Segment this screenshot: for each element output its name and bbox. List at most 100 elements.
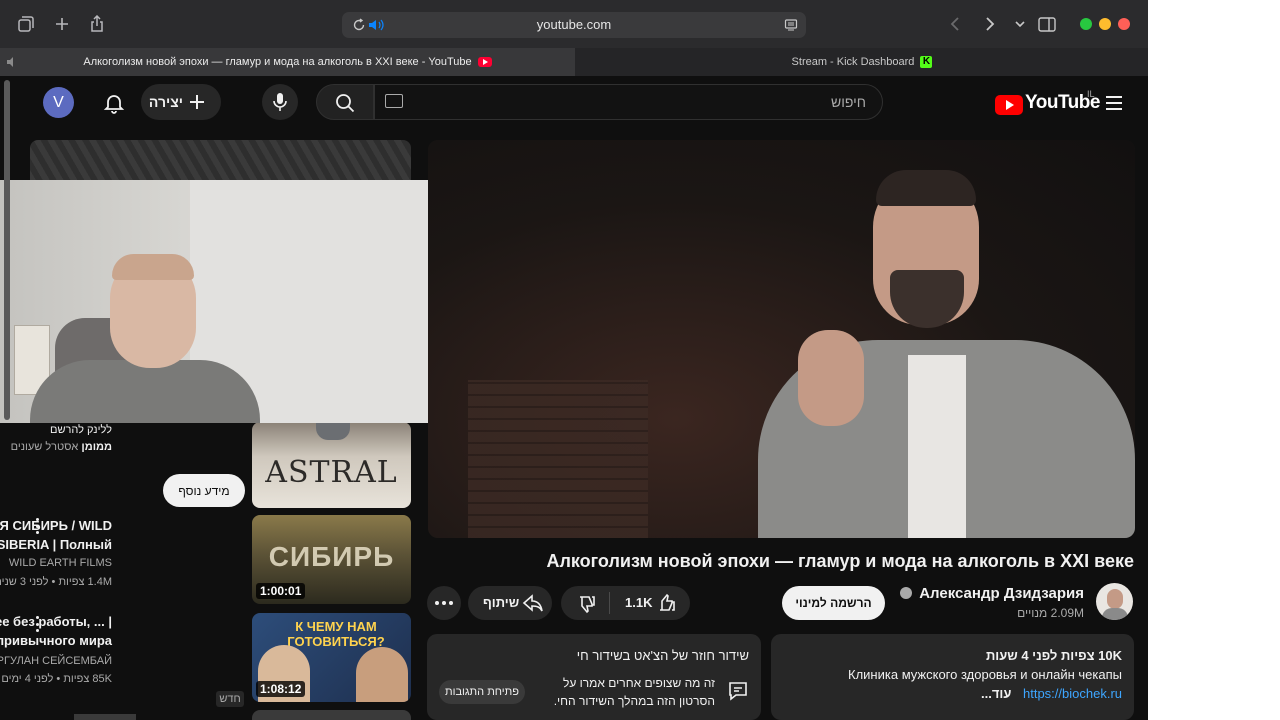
like-count[interactable]: 1.1K (625, 595, 652, 610)
item-2-title[interactable]: Будущее без работы, ... | езней и привыч… (0, 612, 112, 650)
account-avatar[interactable]: V (43, 87, 74, 118)
channel-name[interactable]: Александр Дзидзария (900, 585, 1084, 602)
region-code: IL (1087, 89, 1095, 99)
item-2-channel-name: МАРГУЛАН СЕЙСЕМБАЙ (0, 655, 112, 667)
watch-crown-shape (316, 422, 350, 440)
more-horizontal-icon (435, 601, 453, 605)
reader-icon[interactable] (784, 18, 798, 32)
item-2-thumbnail[interactable]: К ЧЕМУ НАМ ГОТОВИТЬСЯ? 1:08:12 (252, 613, 411, 702)
page-scrollbar[interactable] (4, 80, 10, 420)
search-input[interactable]: חיפוש (374, 84, 883, 120)
back-icon[interactable] (945, 14, 965, 34)
thumb-person-right (356, 647, 408, 702)
browser-window: youtube.com Алкоголизм новой эпохи — гла… (0, 0, 1148, 720)
channel-avatar-body (1102, 608, 1128, 620)
companion-banner[interactable] (30, 140, 411, 182)
chat-replay-text: זה מה שצופים אחרים אמרו על הסרטון הזה במ… (553, 676, 715, 708)
create-button[interactable]: יצירה (141, 84, 221, 120)
close-window-button[interactable] (1118, 18, 1130, 30)
open-comments-button[interactable]: פתיחת התגובות (439, 680, 525, 704)
like-divider (609, 592, 610, 614)
zoom-window-button[interactable] (1080, 18, 1092, 30)
like-dislike-group: 1.1K (561, 586, 690, 620)
subscribe-button[interactable]: הרשמה למינוי (782, 586, 885, 620)
tab-kick[interactable]: Stream - Kick Dashboard K (576, 48, 1148, 76)
video-title: Алкоголизм новой эпохи — гламур и мода н… (546, 551, 1134, 571)
like-icon[interactable] (657, 593, 677, 613)
search-button[interactable] (316, 84, 374, 120)
item-2-new-badge: חדש (216, 691, 244, 707)
subscriber-count: 2.09M מנויים (1017, 606, 1084, 620)
item-1-title[interactable]: ДИКАЯ СИБИРЬ / WILD SIBERIA | Полный ... (0, 516, 112, 554)
tab-overview-icon[interactable] (16, 14, 36, 34)
presenter-hair (876, 170, 976, 206)
item-1-thumb-text: СИБИРЬ (268, 541, 395, 572)
search-placeholder: חיפוש (831, 94, 866, 110)
item-1-thumbnail[interactable]: СИБИРЬ 1:00:01 (252, 515, 411, 604)
screen: youtube.com Алкоголизм новой эпохи — гла… (0, 0, 1280, 720)
item-3-title-stub (74, 714, 136, 720)
ad-sponsored-label: ממומן (81, 441, 112, 453)
youtube-favicon-icon (477, 57, 492, 67)
video-player[interactable] (428, 140, 1135, 538)
minimize-window-button[interactable] (1099, 18, 1111, 30)
webcam-person-body (30, 360, 260, 423)
share-arrow-icon (522, 594, 543, 612)
item-1-meta: 1.4M צפיות • לפני 3 שנים (0, 576, 112, 588)
youtube-header: V יצירה חיפוש YouTube IL (0, 76, 1148, 132)
description-links: https://biochek.ru (1023, 686, 1122, 701)
ad-thumb-text: ASTRAL (265, 455, 398, 490)
ad-sponsor-name: אסטרל שעונים (10, 441, 79, 453)
channel-verified-icon (900, 587, 913, 599)
youtube-logo-icon (995, 95, 1023, 115)
channel-name-text: Александр Дзидзария (919, 585, 1084, 602)
address-bar[interactable]: youtube.com (342, 12, 806, 38)
url-text: youtube.com (536, 17, 612, 32)
ad-sponsor: ממומן אסטרל שעונים (11, 441, 112, 453)
tab-youtube[interactable]: Алкоголизм новой эпохи — гламур и мода н… (0, 48, 575, 76)
tab-bar: Алкоголизм новой эпохи — гламур и мода н… (0, 48, 1148, 76)
share-label: שיתוף (483, 595, 520, 610)
voice-search-button[interactable] (262, 84, 298, 120)
dislike-icon[interactable] (577, 594, 597, 614)
new-tab-icon[interactable] (52, 14, 72, 34)
chat-icon (729, 682, 747, 701)
ad-thumbnail[interactable]: ASTRAL (252, 422, 411, 508)
brick-wall (468, 380, 648, 538)
presenter-shirt (908, 355, 966, 538)
chat-replay-card: שידור חוזר של הצ'אט בשידור חי זה מה שצופ… (427, 634, 761, 720)
forward-icon[interactable] (980, 14, 1000, 34)
item-2-channel[interactable]: МАРГУЛАН СЕЙСЕМБАЙ (0, 654, 112, 667)
browser-toolbar: youtube.com (0, 0, 1148, 48)
notifications-bell-icon[interactable] (103, 92, 125, 114)
search-icon (336, 94, 355, 113)
description-card[interactable]: 10K צפיות לפני 4 שעות Клиника мужского з… (771, 634, 1134, 720)
channel-avatar-face (1107, 589, 1123, 609)
plus-icon (190, 95, 204, 109)
hamburger-menu-icon[interactable] (1104, 93, 1124, 113)
share-icon[interactable] (87, 14, 107, 34)
ad-more-info-button[interactable]: מידע נוסף (163, 474, 245, 507)
share-button[interactable]: שיתוף (468, 586, 552, 620)
create-label: יצירה (148, 94, 183, 110)
chat-replay-title: שידור חוזר של הצ'אט בשידור חי (576, 648, 749, 663)
item-3-thumbnail[interactable] (252, 710, 411, 720)
item-2-meta: 85K צפיות • לפני 4 ימים (1, 673, 112, 685)
description-link[interactable]: https://biochek.ru (1023, 686, 1122, 701)
item-1-channel[interactable]: WILD EARTH FILMS (9, 557, 112, 569)
more-actions-button[interactable] (427, 586, 461, 620)
chevron-down-icon[interactable] (1010, 14, 1030, 34)
description-more[interactable]: ...עוד (981, 686, 1011, 701)
webcam-overlay (0, 180, 431, 423)
webcam-person-hair (112, 254, 194, 280)
presenter-hand (798, 330, 864, 426)
microphone-icon (273, 93, 287, 111)
ad-line: ללינק להרשם (50, 424, 112, 436)
item-1-duration: 1:00:01 (256, 583, 306, 599)
speaker-icon[interactable] (6, 56, 20, 68)
keyboard-icon[interactable] (385, 94, 403, 108)
sidebar-toggle-icon[interactable] (1037, 14, 1057, 34)
youtube-logo[interactable]: YouTube IL (995, 89, 1105, 116)
channel-avatar[interactable] (1096, 583, 1133, 620)
description-text: Клиника мужского здоровья и онлайн чекап… (848, 667, 1122, 682)
